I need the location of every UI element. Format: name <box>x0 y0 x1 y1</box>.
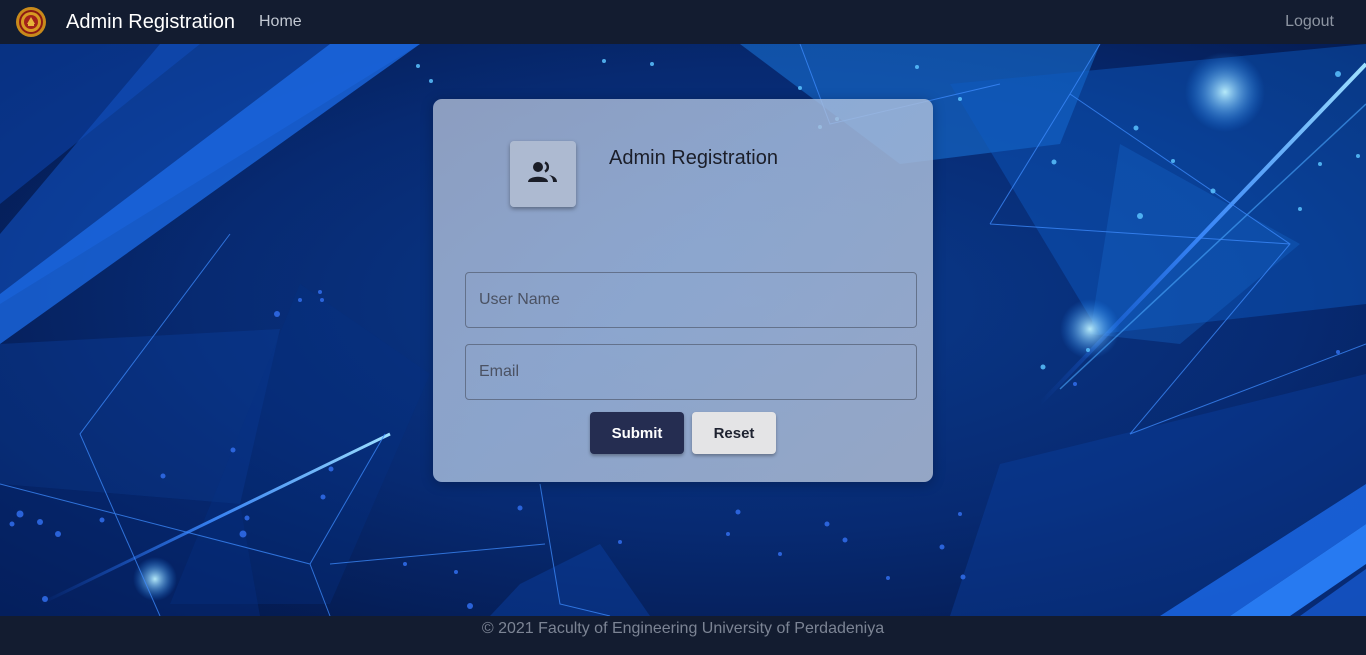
submit-button[interactable]: Submit <box>590 412 684 454</box>
card-title: Admin Registration <box>609 147 778 169</box>
university-crest-logo[interactable] <box>16 7 46 37</box>
registration-card: Admin Registration Submit Reset <box>433 99 933 482</box>
copyright-text: © 2021 Faculty of Engineering University… <box>481 620 885 637</box>
logout-link[interactable]: Logout <box>1285 12 1334 32</box>
top-navbar: Admin Registration Home Logout <box>0 0 1366 44</box>
header-icon-box <box>510 141 576 207</box>
username-field[interactable] <box>465 272 917 328</box>
page-footer: © 2021 Faculty of Engineering University… <box>0 616 1366 655</box>
username-input[interactable] <box>466 273 916 327</box>
reset-button[interactable]: Reset <box>692 412 776 454</box>
email-field[interactable] <box>465 344 917 400</box>
app-title[interactable]: Admin Registration <box>66 10 235 34</box>
people-icon <box>528 160 558 189</box>
email-input[interactable] <box>466 345 916 399</box>
nav-home-link[interactable]: Home <box>259 12 302 32</box>
